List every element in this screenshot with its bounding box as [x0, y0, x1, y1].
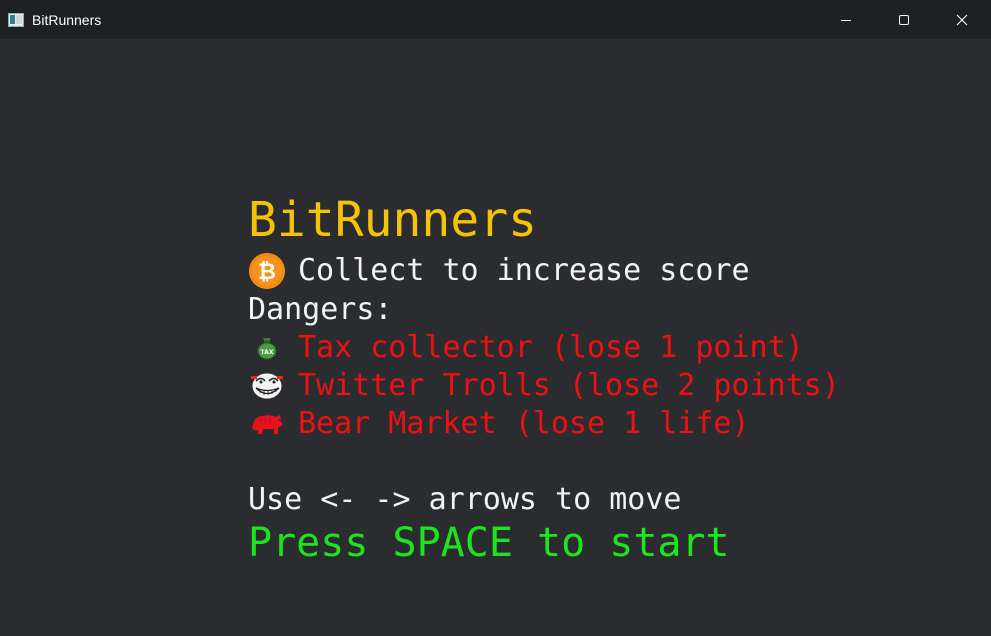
- close-button[interactable]: [933, 0, 991, 39]
- svg-text:₿: ₿: [258, 260, 276, 285]
- collect-row: ₿ Collect to increase score: [248, 252, 750, 290]
- danger-text: Bear Market (lose 1 life): [298, 406, 750, 441]
- bitcoin-coin-icon: ₿: [248, 252, 286, 290]
- controls-hint: Use <- -> arrows to move: [248, 482, 682, 517]
- danger-text: Tax collector (lose 1 point): [298, 330, 804, 365]
- start-prompt: Press SPACE to start: [248, 520, 730, 566]
- game-title: BitRunners: [248, 192, 537, 248]
- minimize-button[interactable]: [817, 0, 875, 39]
- window-title: BitRunners: [32, 11, 102, 28]
- danger-item: Twitter Trolls (lose 2 points): [248, 367, 840, 405]
- controls-hint-row: Use <- -> arrows to move: [248, 481, 681, 519]
- game-window: BitRunners BitRunners ₿ Collect to incre…: [0, 0, 991, 636]
- danger-item: TAX Tax collector (lose 1 point): [248, 329, 804, 367]
- bear-icon: [248, 405, 286, 443]
- danger-item: Bear Market (lose 1 life): [248, 405, 750, 443]
- close-icon: [956, 14, 968, 25]
- svg-text:TAX: TAX: [261, 349, 274, 356]
- app-window-icon: [8, 12, 24, 28]
- collect-text: Collect to increase score: [298, 253, 750, 288]
- maximize-icon: [899, 14, 909, 25]
- dangers-heading-row: Dangers:: [248, 291, 393, 329]
- tax-bag-icon: TAX: [248, 329, 286, 367]
- dangers-label: Dangers:: [248, 292, 393, 327]
- troll-face-icon: [248, 367, 286, 405]
- title-bar[interactable]: BitRunners: [0, 0, 991, 39]
- window-controls: [817, 0, 991, 39]
- minimize-icon: [841, 19, 851, 21]
- maximize-button[interactable]: [875, 0, 933, 39]
- danger-text: Twitter Trolls (lose 2 points): [298, 368, 840, 403]
